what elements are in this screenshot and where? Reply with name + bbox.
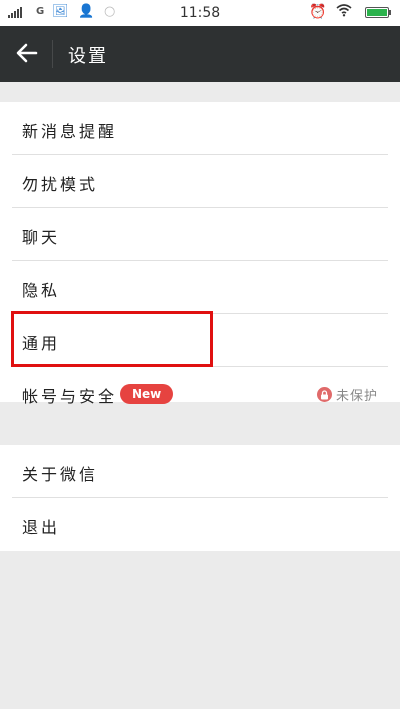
new-badge: New bbox=[120, 384, 174, 404]
settings-item-do-not-disturb[interactable]: 勿扰模式 bbox=[0, 155, 400, 208]
settings-item-privacy[interactable]: 隐私 bbox=[0, 261, 400, 314]
protection-status-text: 未保护 bbox=[335, 389, 378, 404]
settings-item-chat[interactable]: 聊天 bbox=[0, 208, 400, 261]
settings-item-label: 隐私 bbox=[22, 281, 61, 300]
title-bar: 设置 bbox=[0, 26, 400, 82]
status-bar: G 🖼 👤 ○ 11:58 ⏰ bbox=[0, 0, 400, 26]
settings-item-label: 退出 bbox=[22, 518, 61, 537]
settings-group-secondary: 关于微信 退出 bbox=[0, 445, 400, 551]
back-button[interactable] bbox=[12, 37, 42, 69]
lock-icon bbox=[316, 387, 332, 402]
alarm-icon: ⏰ bbox=[309, 4, 327, 20]
page-title: 设置 bbox=[68, 46, 108, 67]
settings-item-label: 勿扰模式 bbox=[22, 175, 99, 194]
settings-item-label: 关于微信 bbox=[22, 465, 99, 484]
settings-item-new-message-notification[interactable]: 新消息提醒 bbox=[0, 102, 400, 155]
settings-item-label: 聊天 bbox=[22, 228, 61, 247]
settings-item-label: 新消息提醒 bbox=[22, 122, 118, 141]
battery-icon bbox=[365, 7, 391, 18]
settings-item-label: 帐号与安全 bbox=[22, 387, 118, 406]
wifi-icon bbox=[336, 3, 352, 21]
highlight-annotation-box bbox=[11, 311, 213, 367]
settings-item-about-wechat[interactable]: 关于微信 bbox=[0, 445, 400, 498]
protection-status: 未保护 bbox=[316, 385, 378, 404]
settings-item-logout[interactable]: 退出 bbox=[0, 498, 400, 551]
title-divider bbox=[52, 40, 53, 68]
back-arrow-icon bbox=[16, 43, 38, 63]
settings-item-account-security[interactable]: 帐号与安全 New 未保护 bbox=[0, 367, 400, 420]
